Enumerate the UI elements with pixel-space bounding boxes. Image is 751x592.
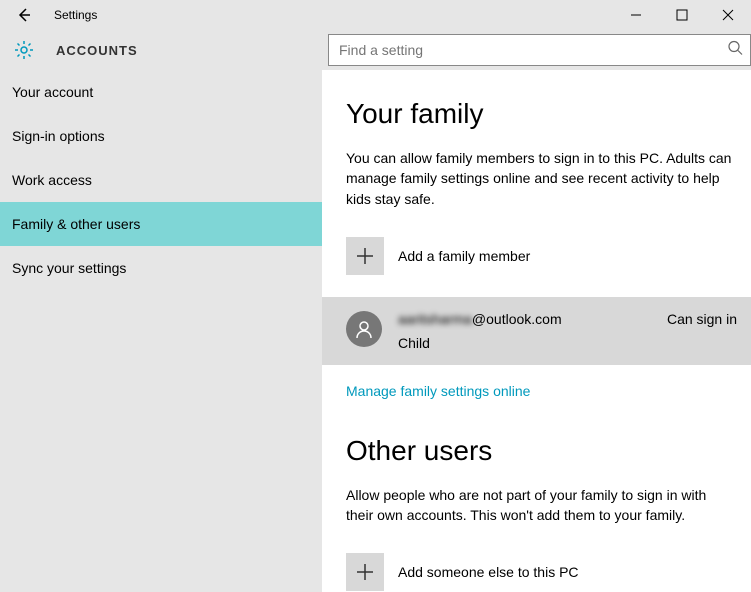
add-other-user-row[interactable]: Add someone else to this PC (346, 553, 737, 591)
close-icon (722, 9, 734, 21)
your-family-description: You can allow family members to sign in … (346, 148, 737, 209)
sidebar-item-family-other-users[interactable]: Family & other users (0, 202, 322, 246)
member-info: aaritsharma@outlook.com Child (398, 311, 667, 351)
add-family-plus-button[interactable] (346, 237, 384, 275)
member-role: Child (398, 335, 667, 351)
add-family-label: Add a family member (398, 248, 530, 264)
manage-family-link[interactable]: Manage family settings online (346, 383, 737, 399)
member-email-blurred: aaritsharma (398, 311, 472, 327)
add-family-member-row[interactable]: Add a family member (346, 237, 737, 275)
sidebar-item-sync-settings[interactable]: Sync your settings (0, 246, 322, 290)
back-button[interactable] (0, 7, 48, 23)
header: ACCOUNTS (0, 30, 751, 70)
maximize-button[interactable] (659, 0, 705, 30)
member-email: aaritsharma@outlook.com (398, 311, 667, 327)
person-icon (354, 319, 374, 339)
avatar (346, 311, 382, 347)
plus-icon (356, 563, 374, 581)
sidebar-item-your-account[interactable]: Your account (0, 70, 322, 114)
content: Your family You can allow family members… (322, 70, 751, 592)
arrow-left-icon (16, 7, 32, 23)
sidebar-item-label: Sync your settings (12, 260, 126, 276)
body: Your account Sign-in options Work access… (0, 70, 751, 592)
window-title: Settings (48, 8, 613, 22)
sidebar-item-sign-in-options[interactable]: Sign-in options (0, 114, 322, 158)
other-users-description: Allow people who are not part of your fa… (346, 485, 737, 526)
search-input[interactable] (328, 34, 751, 66)
your-family-heading: Your family (346, 98, 737, 130)
add-other-label: Add someone else to this PC (398, 564, 579, 580)
other-users-heading: Other users (346, 435, 737, 467)
sidebar: Your account Sign-in options Work access… (0, 70, 322, 592)
settings-icon-wrap (0, 40, 48, 60)
sidebar-item-label: Work access (12, 172, 92, 188)
minimize-icon (630, 9, 642, 21)
sidebar-item-label: Your account (12, 84, 93, 100)
gear-icon (14, 40, 34, 60)
sidebar-item-label: Family & other users (12, 216, 140, 232)
close-button[interactable] (705, 0, 751, 30)
search-box (328, 34, 751, 66)
maximize-icon (676, 9, 688, 21)
search-icon (727, 40, 743, 61)
sidebar-item-work-access[interactable]: Work access (0, 158, 322, 202)
member-email-suffix: @outlook.com (472, 311, 562, 327)
add-other-plus-button[interactable] (346, 553, 384, 591)
minimize-button[interactable] (613, 0, 659, 30)
plus-icon (356, 247, 374, 265)
section-title: ACCOUNTS (48, 43, 328, 58)
titlebar: Settings (0, 0, 751, 30)
member-status: Can sign in (667, 311, 737, 327)
family-member-row[interactable]: aaritsharma@outlook.com Child Can sign i… (322, 297, 751, 365)
sidebar-item-label: Sign-in options (12, 128, 105, 144)
